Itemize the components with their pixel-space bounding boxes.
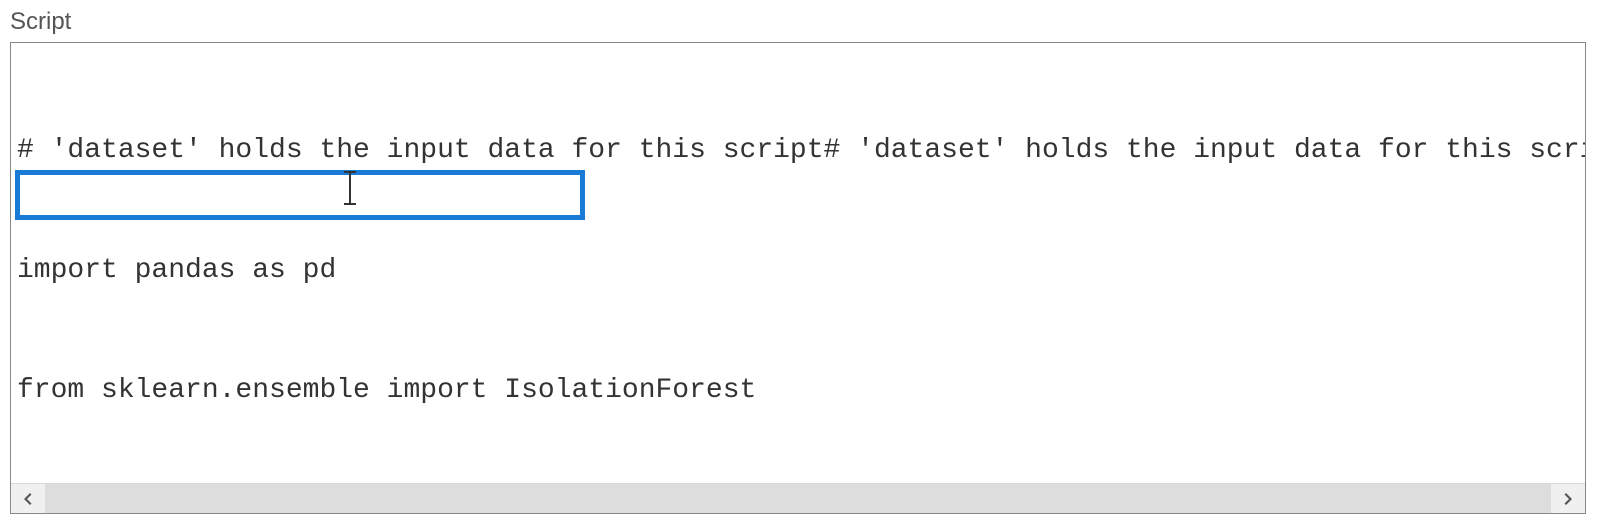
scroll-right-button[interactable] — [1551, 484, 1585, 513]
script-editor[interactable]: # 'dataset' holds the input data for thi… — [11, 43, 1585, 483]
code-line: from sklearn.ensemble import IsolationFo… — [17, 371, 1579, 411]
script-editor-container: # 'dataset' holds the input data for thi… — [10, 42, 1586, 514]
scroll-left-button[interactable] — [11, 484, 45, 513]
text-caret-icon — [349, 171, 351, 205]
highlight-rectangle — [15, 170, 585, 220]
script-label: Script — [10, 8, 1590, 36]
code-line: # 'dataset' holds the input data for thi… — [17, 131, 1579, 171]
horizontal-scrollbar[interactable] — [11, 483, 1585, 513]
code-line: import pandas as pd — [17, 251, 1579, 291]
scroll-track[interactable] — [45, 484, 1551, 513]
chevron-left-icon — [20, 491, 36, 507]
chevron-right-icon — [1560, 491, 1576, 507]
